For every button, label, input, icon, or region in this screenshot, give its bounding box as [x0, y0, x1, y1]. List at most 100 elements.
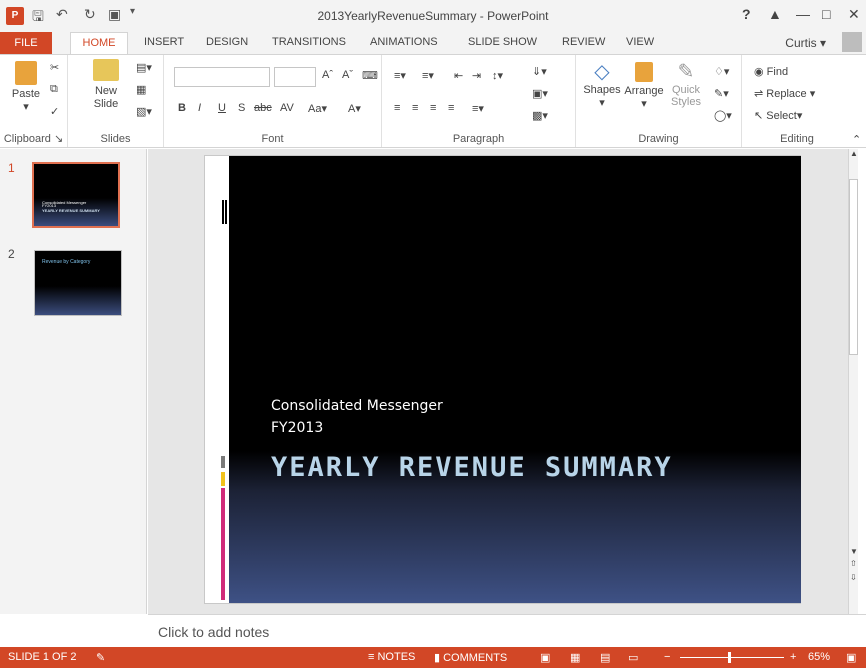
previous-slide-icon[interactable]: ⇧	[850, 559, 857, 568]
line-spacing-icon[interactable]: ↕▾	[492, 69, 503, 82]
notes-placeholder[interactable]: Click to add notes	[158, 624, 269, 640]
new-slide-icon	[93, 59, 119, 81]
replace-icon: ⇌	[754, 88, 764, 100]
zoom-out-icon[interactable]: −	[664, 651, 670, 663]
tab-view[interactable]: VIEW	[626, 36, 654, 48]
clear-formatting-icon[interactable]: ⌨	[362, 69, 378, 82]
tab-file[interactable]: FILE	[0, 32, 52, 54]
cut-icon[interactable]: ✂	[50, 61, 59, 74]
thumbnail-number: 2	[8, 247, 15, 261]
zoom-level[interactable]: 65%	[808, 651, 830, 663]
center-icon[interactable]: ≡	[412, 102, 418, 114]
shapes-button[interactable]: ◇ Shapes ▾	[580, 59, 624, 109]
reading-view-icon[interactable]: ▤	[600, 651, 610, 664]
slide-subtitle-line-2[interactable]: FY2013	[271, 420, 323, 436]
numbering-icon[interactable]: ≡▾	[422, 69, 434, 82]
close-button[interactable]: ✕	[848, 6, 860, 23]
normal-view-icon[interactable]: ▣	[540, 651, 550, 664]
scroll-thumb[interactable]	[849, 179, 858, 355]
notes-pane[interactable]: Click to add notes	[148, 614, 866, 647]
maximize-button[interactable]: □	[822, 6, 830, 22]
scroll-down-icon[interactable]: ▼	[850, 547, 858, 556]
slide-show-icon[interactable]: ▭	[628, 651, 638, 664]
smartart-icon[interactable]: ▩▾	[532, 109, 548, 122]
align-left-icon[interactable]: ≡	[394, 102, 400, 114]
tab-design[interactable]: DESIGN	[206, 36, 248, 48]
binoculars-icon: ◉	[754, 66, 764, 78]
shape-effects-icon[interactable]: ◯▾	[714, 109, 732, 122]
change-case-icon[interactable]: Aa▾	[308, 102, 327, 115]
increase-indent-icon[interactable]: ⇥	[472, 69, 481, 82]
underline-icon[interactable]: U	[218, 102, 226, 114]
strikethrough-icon[interactable]: abc	[254, 102, 272, 114]
tab-insert[interactable]: INSERT	[144, 36, 184, 48]
character-spacing-icon[interactable]: AV	[280, 102, 294, 114]
tab-transitions[interactable]: TRANSITIONS	[272, 36, 346, 48]
slide-subtitle-line-1[interactable]: Consolidated Messenger	[271, 398, 443, 414]
tab-slide-show[interactable]: SLIDE SHOW	[468, 36, 537, 48]
font-group: Aˆ Aˇ ⌨ B I U S abc AV Aa▾ A▾ Font	[164, 55, 382, 147]
select-button[interactable]: ↖ Select▾	[754, 109, 802, 122]
slide-thumbnail-1[interactable]: Consolidated Messenger FY2013 YEARLY REV…	[32, 162, 120, 228]
quick-styles-button[interactable]: ✎ Quick Styles	[666, 59, 706, 108]
align-right-icon[interactable]: ≡	[430, 102, 436, 114]
vertical-scrollbar[interactable]: ▲ ▼ ⇧ ⇩	[848, 149, 858, 614]
spell-check-icon[interactable]: ✎	[96, 651, 105, 664]
font-label: Font	[261, 133, 284, 145]
slide-frame: Consolidated Messenger FY2013 YEARLY REV…	[204, 155, 801, 604]
zoom-in-icon[interactable]: +	[790, 651, 796, 663]
replace-button[interactable]: ⇌ Replace ▾	[754, 87, 815, 100]
bold-icon[interactable]: B	[178, 102, 186, 114]
status-bar: SLIDE 1 OF 2 ✎ ≡ NOTES ▮ COMMENTS ▣ ▦ ▤ …	[0, 647, 866, 668]
ribbon-display-options-icon[interactable]: ▲	[768, 6, 782, 22]
section-icon[interactable]: ▧▾	[136, 105, 152, 118]
font-size-dropdown[interactable]	[274, 67, 316, 87]
slide-thumbnails-pane: 1 Consolidated Messenger FY2013 YEARLY R…	[0, 149, 147, 614]
arrange-button[interactable]: Arrange ▾	[622, 59, 666, 110]
slide-title[interactable]: YEARLY REVENUE SUMMARY	[271, 452, 673, 483]
collapse-ribbon-icon[interactable]: ⌃	[852, 133, 861, 146]
decrease-font-size-icon[interactable]: Aˇ	[342, 69, 353, 81]
notes-button[interactable]: ≡ NOTES	[368, 651, 415, 663]
new-slide-button[interactable]: New Slide	[86, 59, 126, 111]
copy-icon[interactable]: ⧉	[50, 83, 58, 96]
font-color-icon[interactable]: A▾	[348, 102, 361, 115]
bullets-icon[interactable]: ≡▾	[394, 69, 406, 82]
shape-outline-icon[interactable]: ✎▾	[714, 87, 729, 100]
decorative-stripe	[221, 488, 225, 600]
fit-slide-icon[interactable]: ▣	[846, 651, 856, 664]
comments-button[interactable]: ▮ COMMENTS	[434, 651, 507, 664]
increase-font-size-icon[interactable]: Aˆ	[322, 69, 333, 81]
find-button[interactable]: ◉ Find	[754, 65, 788, 78]
decrease-indent-icon[interactable]: ⇤	[454, 69, 463, 82]
editing-label: Editing	[780, 133, 814, 145]
italic-icon[interactable]: I	[198, 102, 201, 114]
columns-icon[interactable]: ≡▾	[472, 102, 484, 115]
tab-animations[interactable]: ANIMATIONS	[370, 36, 438, 48]
slide-thumbnail-2[interactable]: Revenue by Category	[34, 250, 122, 316]
layout-icon[interactable]: ▤▾	[136, 61, 152, 74]
avatar[interactable]	[842, 32, 862, 52]
format-painter-icon[interactable]: ✓	[50, 105, 59, 118]
font-name-dropdown[interactable]	[174, 67, 270, 87]
tab-home[interactable]: HOME	[70, 32, 128, 55]
justify-icon[interactable]: ≡	[448, 102, 454, 114]
tab-review[interactable]: REVIEW	[562, 36, 605, 48]
align-text-icon[interactable]: ▣▾	[532, 87, 548, 100]
shape-fill-icon[interactable]: ♢▾	[714, 65, 729, 78]
user-name[interactable]: Curtis ▾	[785, 36, 826, 50]
help-button[interactable]: ?	[742, 6, 751, 22]
clipboard-group: Paste ▾ ✂ ⧉ ✓ Clipboard ↘	[0, 55, 68, 147]
next-slide-icon[interactable]: ⇩	[850, 573, 857, 582]
text-shadow-icon[interactable]: S	[238, 102, 245, 114]
current-slide[interactable]: Consolidated Messenger FY2013 YEARLY REV…	[229, 156, 801, 603]
text-direction-icon[interactable]: ⇓▾	[532, 65, 547, 78]
slide-sorter-icon[interactable]: ▦	[570, 651, 580, 664]
paste-button[interactable]: Paste ▾	[10, 61, 42, 113]
zoom-slider[interactable]	[680, 657, 784, 658]
drawing-group: ◇ Shapes ▾ Arrange ▾ ✎ Quick Styles ♢▾ ✎▾ …	[576, 55, 742, 147]
minimize-button[interactable]: —	[796, 6, 810, 22]
scroll-up-icon[interactable]: ▲	[850, 149, 858, 158]
reset-icon[interactable]: ▦	[136, 83, 146, 96]
zoom-slider-thumb[interactable]	[728, 652, 731, 663]
